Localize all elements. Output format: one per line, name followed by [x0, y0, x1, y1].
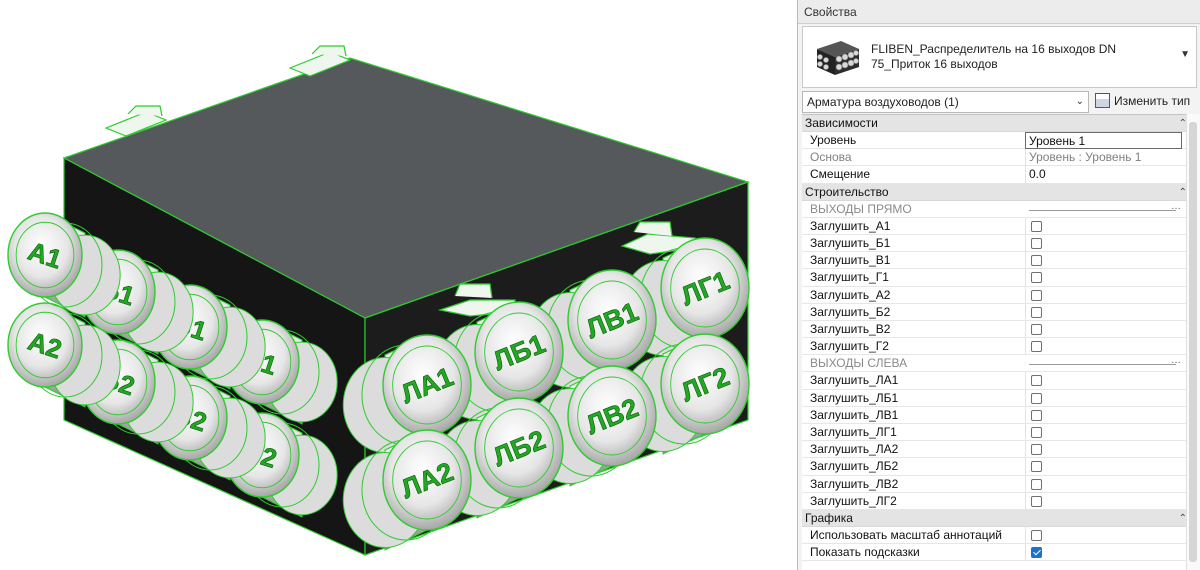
group-divider [1025, 352, 1182, 372]
prop-plug-outlet: Заглушить_ЛВ2 [802, 475, 1197, 493]
prop-label: Заглушить_ЛБ1 [810, 390, 899, 405]
instance-filter-dropdown[interactable]: Арматура воздуховодов (1) ⌄ [802, 91, 1089, 113]
plug-checkbox[interactable] [1031, 392, 1042, 404]
plug-checkbox[interactable] [1031, 323, 1042, 335]
properties-panel: Свойства FLIBEN_Распределитель на 16 вых… [797, 0, 1200, 570]
prop-plug-outlet: Заглушить_ЛБ2 [802, 458, 1197, 476]
prop-label: Основа [810, 150, 852, 165]
plug-checkbox[interactable] [1031, 220, 1042, 232]
prop-label: Заглушить_ЛВ1 [810, 407, 899, 422]
plug-checkbox[interactable] [1031, 444, 1042, 456]
show-hints-checkbox[interactable] [1031, 547, 1042, 559]
prop-label: Заглушить_Г2 [810, 339, 889, 354]
prop-plug-outlet: Заглушить_Б2 [802, 303, 1197, 321]
prop-label: Заглушить_В2 [810, 321, 891, 336]
type-selector[interactable]: FLIBEN_Распределитель на 16 выходов DN 7… [802, 26, 1197, 88]
plug-checkbox[interactable] [1031, 272, 1042, 284]
prop-label: Заглушить_ЛГ1 [810, 425, 897, 439]
prop-plug-outlet: Заглушить_А2 [802, 286, 1197, 304]
distributor-3d-model[interactable]: Г2В2Б2А2Г1В1Б1А1ЛГ1ЛВ1ЛБ1ЛА1ЛГ2ЛВ2ЛБ2ЛА2 [0, 0, 795, 570]
section-title: Зависимости [805, 116, 878, 130]
chevron-down-icon: ⌄ [1075, 96, 1084, 107]
plug-checkbox[interactable] [1031, 409, 1042, 421]
prop-plug-outlet: Заглушить_ЛБ1 [802, 389, 1197, 407]
type-name: FLIBEN_Распределитель на 16 выходов DN 7… [871, 42, 1117, 71]
prop-plug-outlet: Заглушить_ЛВ1 [802, 406, 1197, 424]
group-label: ВЫХОДЫ ПРЯМО [810, 201, 912, 216]
prop-label: Заглушить_ЛВ2 [810, 476, 899, 491]
prop-label: Заглушить_Б1 [810, 235, 891, 250]
prop-label: Заглушить_В1 [810, 253, 891, 268]
edit-type-label: Изменить тип [1114, 94, 1191, 108]
edit-type-icon [1095, 93, 1110, 108]
properties-title: Свойства [798, 0, 1200, 24]
prop-plug-outlet: Заглушить_ЛГ1 [802, 424, 1197, 442]
group-label: ВЫХОДЫ СЛЕВА [810, 356, 908, 371]
plug-checkbox[interactable] [1031, 495, 1042, 507]
prop-level: Уровень Уровень 1 [802, 132, 1197, 150]
prop-label: Уровень [810, 133, 857, 147]
prop-label: Использовать масштаб аннотаций [810, 527, 1003, 542]
prop-label: Заглушить_ЛА2 [810, 442, 899, 457]
section-construction[interactable]: Строительство ⌃ [802, 183, 1197, 201]
prop-plug-outlet: Заглушить_ЛГ2 [802, 492, 1197, 510]
level-value-field[interactable]: Уровень 1 [1025, 132, 1182, 149]
plug-checkbox[interactable] [1031, 289, 1042, 301]
section-constraints[interactable]: Зависимости ⌃ [802, 115, 1197, 132]
prop-show-hints: Показать подсказки [802, 544, 1197, 562]
annotation-scale-checkbox[interactable] [1031, 529, 1042, 541]
group-outlets-left: ВЫХОДЫ СЛЕВА [802, 352, 1197, 373]
type-dropdown-icon[interactable]: ▼ [1180, 49, 1190, 60]
model-viewport[interactable]: Г2В2Б2А2Г1В1Б1А1ЛГ1ЛВ1ЛБ1ЛА1ЛГ2ЛВ2ЛБ2ЛА2 [0, 0, 795, 570]
prop-plug-outlet: Заглушить_В1 [802, 252, 1197, 270]
group-outlets-straight: ВЫХОДЫ ПРЯМО [802, 198, 1197, 218]
prop-label: Заглушить_А1 [810, 218, 891, 233]
prop-label: Заглушить_ЛА1 [810, 373, 899, 388]
plug-checkbox[interactable] [1031, 478, 1042, 490]
plug-checkbox[interactable] [1031, 427, 1042, 438]
prop-plug-outlet: Заглушить_Г2 [802, 338, 1197, 356]
prop-offset: Смещение 0.0 [802, 166, 1197, 184]
prop-label: Показать подсказки [810, 545, 920, 560]
prop-label: Заглушить_А2 [810, 287, 891, 302]
plug-checkbox[interactable] [1031, 237, 1042, 249]
plug-checkbox[interactable] [1031, 461, 1042, 473]
scrollbar-thumb[interactable] [1189, 122, 1197, 562]
prop-label: Смещение [810, 167, 871, 182]
prop-label: Заглушить_ЛБ2 [810, 459, 899, 474]
prop-label: Заглушить_Б2 [810, 304, 891, 319]
properties-grid: Зависимости ⌃ Уровень Уровень 1 Основа У… [802, 114, 1197, 570]
base-value: Уровень : Уровень 1 [1025, 149, 1182, 167]
prop-plug-outlet: Заглушить_Г1 [802, 269, 1197, 287]
plug-checkbox[interactable] [1031, 375, 1042, 387]
prop-plug-outlet: Заглушить_ЛА1 [802, 372, 1197, 390]
plug-checkbox[interactable] [1031, 341, 1042, 353]
prop-plug-outlet: Заглушить_В2 [802, 320, 1197, 339]
section-graphics[interactable]: Графика ⌃ [802, 509, 1197, 527]
prop-plug-outlet: Заглушить_А1 [802, 217, 1197, 235]
section-title: Строительство [805, 184, 889, 199]
prop-plug-outlet: Заглушить_ЛА2 [802, 441, 1197, 459]
prop-label: Заглушить_Г1 [810, 270, 889, 285]
prop-plug-outlet: Заглушить_Б1 [802, 234, 1197, 253]
offset-value-field[interactable]: 0.0 [1025, 166, 1182, 184]
distributor-thumbnail-icon [817, 41, 859, 75]
plug-checkbox[interactable] [1031, 306, 1042, 318]
plug-checkbox[interactable] [1031, 255, 1042, 267]
prop-label: Заглушить_ЛГ2 [810, 493, 897, 508]
section-title: Графика [805, 510, 853, 525]
edit-type-button[interactable]: Изменить тип [1095, 91, 1197, 113]
instance-filter-value: Арматура воздуховодов (1) [807, 95, 959, 109]
group-divider [1025, 198, 1182, 218]
prop-annotation-scale: Использовать масштаб аннотаций [802, 526, 1197, 545]
prop-base: Основа Уровень : Уровень 1 [802, 149, 1197, 167]
